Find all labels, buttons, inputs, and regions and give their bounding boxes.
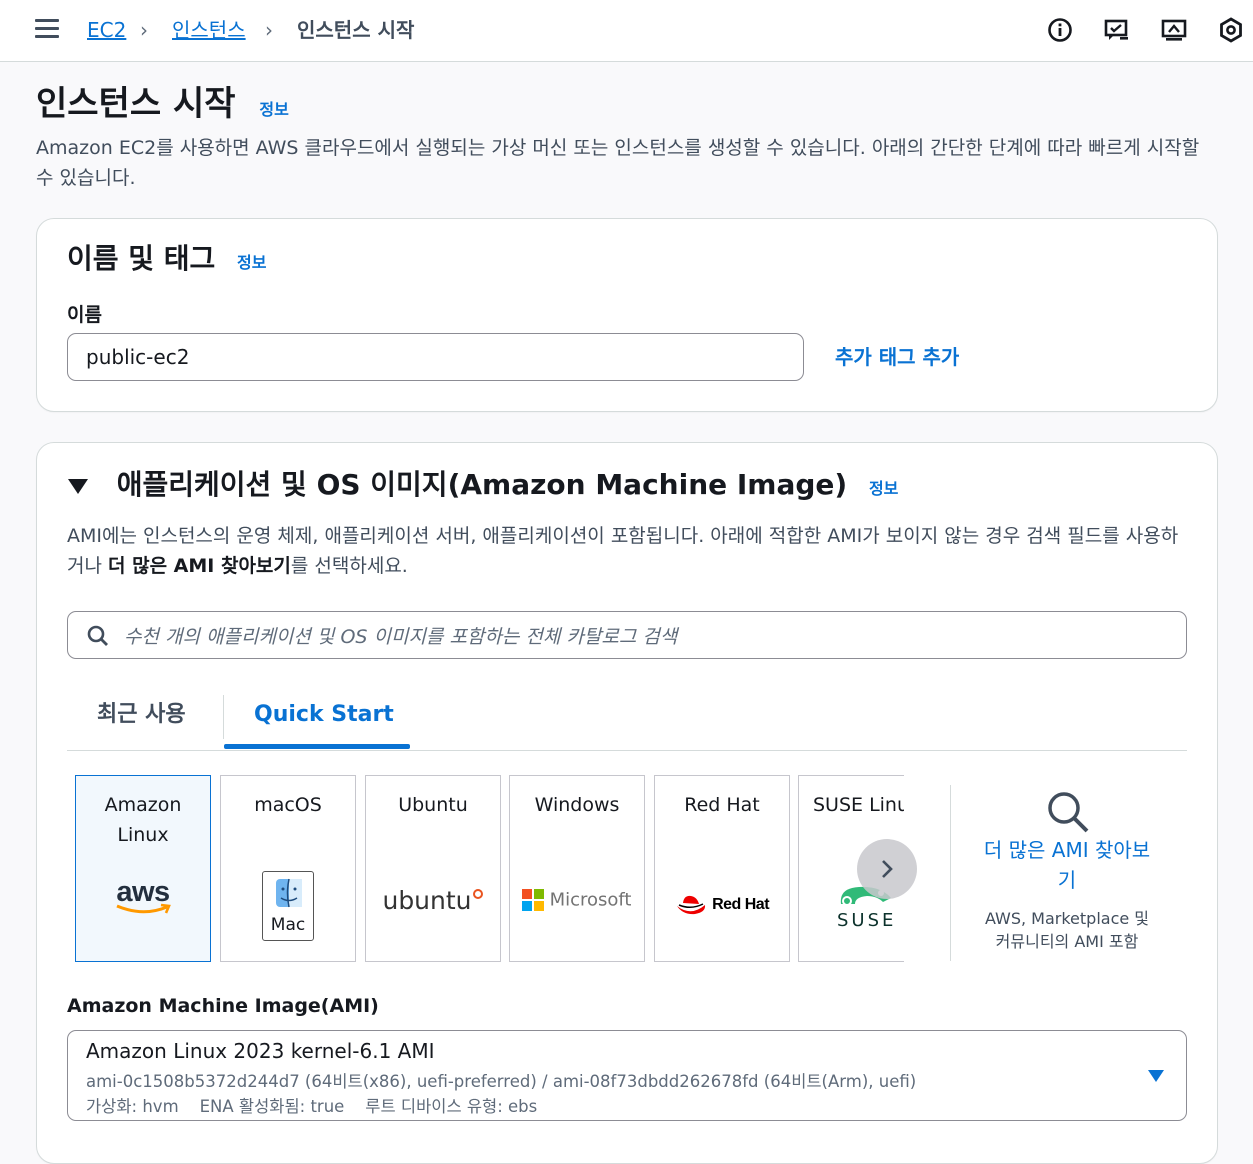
ami-description-bold: 더 많은 AMI 찾아보기 <box>108 555 291 577</box>
microsoft-logo-text: Microsoft <box>549 889 632 911</box>
red-hat-icon <box>676 895 706 915</box>
settings-icon[interactable] <box>1217 16 1245 44</box>
chevron-right-icon <box>882 860 893 878</box>
os-tile-label: Red Hat <box>684 794 760 816</box>
os-tile-macos[interactable]: macOS Mac <box>220 775 356 962</box>
page-title: 인스턴스 시작 정보 <box>36 82 289 132</box>
browse-more-description: AWS, Marketplace 및 커뮤니티의 AMI 포함 <box>984 909 1150 951</box>
ami-root-device: 루트 디바이스 유형: ebs <box>365 1097 538 1116</box>
microsoft-windows-icon <box>522 889 545 911</box>
ami-selected-meta: 가상화: hvm ENA 활성화됨: true 루트 디바이스 유형: ebs <box>86 1093 537 1117</box>
os-tile-label-line2: Linux <box>117 824 169 846</box>
microsoft-logo: Microsoft <box>510 889 644 911</box>
chevron-right-icon: › <box>140 18 148 42</box>
ami-ena: ENA 활성화됨: true <box>199 1097 345 1116</box>
search-placeholder: 수천 개의 애플리케이션 및 OS 이미지를 포함하는 전체 카탈로그 검색 <box>124 626 678 648</box>
red-hat-logo: Red Hat <box>655 893 789 917</box>
ami-select[interactable]: Amazon Linux 2023 kernel-6.1 AMI ami-0c1… <box>67 1030 1187 1121</box>
tab-divider <box>223 695 224 739</box>
carousel-next-button[interactable] <box>857 839 917 899</box>
name-input[interactable]: public-ec2 <box>67 333 804 381</box>
os-tile-label: Ubuntu <box>398 794 468 816</box>
section-title: 이름 및 태그 정보 <box>67 241 267 281</box>
application-os-images-panel: 애플리케이션 및 OS 이미지(Amazon Machine Image) 정보… <box>36 442 1218 1164</box>
search-icon <box>87 625 108 646</box>
name-and-tags-panel: 이름 및 태그 정보 이름 public-ec2 추가 태그 추가 <box>36 218 1218 412</box>
breadcrumb-ec2[interactable]: EC2 <box>87 17 126 43</box>
screen-icon[interactable] <box>1160 16 1188 44</box>
os-tile-label: macOS <box>254 794 322 816</box>
caret-down-icon[interactable] <box>67 477 89 495</box>
section-title: 애플리케이션 및 OS 이미지(Amazon Machine Image) 정보 <box>67 467 898 507</box>
finder-icon <box>276 878 302 908</box>
ubuntu-circle-icon <box>472 889 483 899</box>
info-icon[interactable] <box>1046 16 1074 44</box>
section-title-text: 이름 및 태그 <box>67 242 216 275</box>
top-navigation-bar: EC2 › 인스턴스 › 인스턴스 시작 <box>0 0 1253 62</box>
feedback-icon[interactable] <box>1103 16 1131 44</box>
tab-recently-used[interactable]: 최근 사용 <box>97 698 186 732</box>
suse-logo-text: SUSE <box>837 910 897 931</box>
ami-description-text-end: 를 선택하세요. <box>290 555 408 577</box>
chevron-right-icon: › <box>265 18 273 42</box>
browse-divider <box>950 785 951 961</box>
os-tile-windows[interactable]: Windows Microsoft <box>509 775 645 962</box>
red-hat-logo-text: Red Hat <box>712 896 770 913</box>
aws-logo-text: aws <box>116 876 170 908</box>
info-link[interactable]: 정보 <box>869 479 898 498</box>
os-tile-amazon-linux[interactable]: Amazon Linux aws <box>75 775 211 962</box>
aws-logo: aws <box>76 876 210 917</box>
active-tab-indicator <box>224 744 410 749</box>
os-tile-ubuntu[interactable]: Ubuntu ubuntu <box>365 775 501 962</box>
info-link[interactable]: 정보 <box>237 253 266 272</box>
ubuntu-logo-text: ubuntu <box>382 886 472 915</box>
ubuntu-logo: ubuntu <box>366 886 500 915</box>
ami-virtualization: 가상화: hvm <box>86 1097 179 1116</box>
os-tile-label-line1: Amazon <box>104 794 182 816</box>
caret-down-icon <box>1148 1070 1164 1082</box>
page-title-text: 인스턴스 시작 <box>36 84 236 124</box>
ami-search-input[interactable]: 수천 개의 애플리케이션 및 OS 이미지를 포함하는 전체 카탈로그 검색 <box>67 611 1187 659</box>
menu-icon[interactable] <box>35 19 59 39</box>
os-tile-label: Windows <box>534 794 620 816</box>
ami-selected-name: Amazon Linux 2023 kernel-6.1 AMI <box>86 1039 435 1063</box>
os-tile-label: Amazon Linux <box>76 790 210 850</box>
info-link[interactable]: 정보 <box>259 100 288 119</box>
os-tile-label: SUSE Linu <box>813 794 904 816</box>
tab-quick-start[interactable]: Quick Start <box>254 698 394 732</box>
mac-logo: Mac <box>221 871 355 941</box>
page-description: Amazon EC2를 사용하면 AWS 클라우드에서 실행되는 가상 머신 또… <box>36 137 1200 189</box>
breadcrumb-launch-instance: 인스턴스 시작 <box>297 18 415 42</box>
mac-logo-text: Mac <box>270 915 306 935</box>
section-title-text: 애플리케이션 및 OS 이미지(Amazon Machine Image) <box>116 468 848 501</box>
ami-description: AMI에는 인스턴스의 운영 체제, 애플리케이션 서버, 애플리케이션이 포함… <box>67 521 1192 581</box>
name-label: 이름 <box>67 304 102 326</box>
browse-more-link[interactable]: 더 많은 AMI 찾아보기 <box>977 835 1157 895</box>
ami-selected-ids: ami-0c1508b5372d244d7 (64비트(x86), uefi-p… <box>86 1072 917 1091</box>
add-tags-link[interactable]: 추가 태그 추가 <box>835 341 959 370</box>
breadcrumb-instances[interactable]: 인스턴스 <box>172 17 246 43</box>
search-icon <box>1048 792 1089 833</box>
ami-label: Amazon Machine Image(AMI) <box>67 995 379 1017</box>
tabs-divider <box>67 750 1187 751</box>
os-tile-red-hat[interactable]: Red Hat Red Hat <box>654 775 790 962</box>
